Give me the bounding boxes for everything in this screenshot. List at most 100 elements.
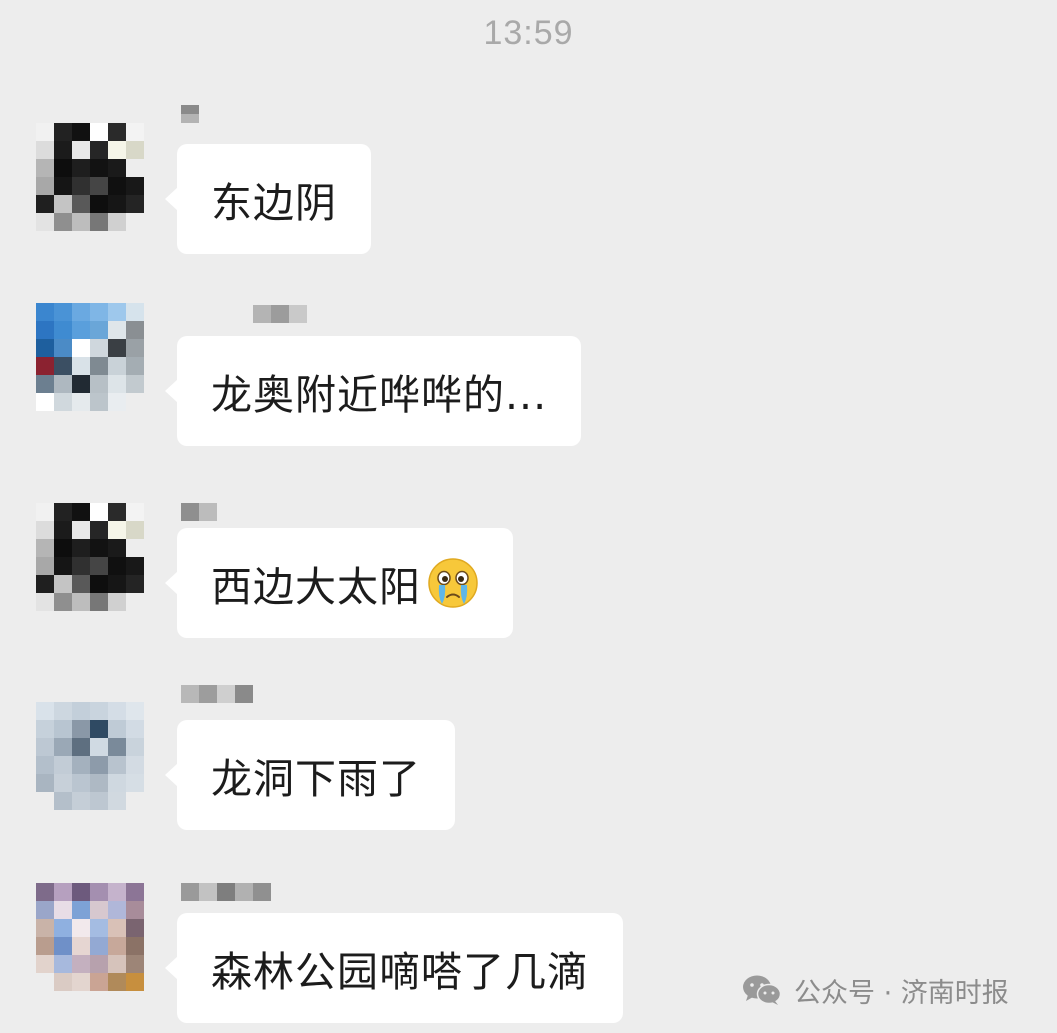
- avatar-pixel: [72, 738, 90, 756]
- avatar-pixel: [108, 720, 126, 738]
- avatar-pixel: [36, 357, 54, 375]
- avatar-pixel: [90, 521, 108, 539]
- avatar-pixel: [36, 593, 54, 611]
- avatar-pixel: [36, 901, 54, 919]
- name-pixel: [199, 883, 217, 901]
- avatar-pixel: [126, 756, 144, 774]
- avatar-pixel: [90, 738, 108, 756]
- avatar-pixel: [108, 883, 126, 901]
- avatar-pixel: [54, 557, 72, 575]
- avatar-pixel: [72, 575, 90, 593]
- avatar[interactable]: [36, 883, 144, 991]
- name-pixel: [181, 114, 199, 123]
- avatar-pixel: [90, 375, 108, 393]
- avatar-pixel: [108, 339, 126, 357]
- name-pixel: [235, 685, 253, 703]
- avatar-pixel: [126, 901, 144, 919]
- avatar-pixel: [108, 774, 126, 792]
- avatar-pixel: [126, 937, 144, 955]
- avatar-pixel: [108, 213, 126, 231]
- avatar-pixel: [54, 303, 72, 321]
- avatar-pixel: [54, 539, 72, 557]
- avatar-pixel: [72, 357, 90, 375]
- avatar-pixel: [54, 375, 72, 393]
- avatar-pixel: [90, 321, 108, 339]
- avatar-pixel: [54, 720, 72, 738]
- avatar-pixel: [90, 901, 108, 919]
- name-pixel: [199, 685, 217, 703]
- avatar-pixel: [72, 213, 90, 231]
- avatar-pixel: [54, 123, 72, 141]
- avatar-pixel: [72, 503, 90, 521]
- avatar-pixel: [126, 321, 144, 339]
- avatar-pixel: [36, 303, 54, 321]
- avatar-pixel: [108, 792, 126, 810]
- timestamp: 13:59: [483, 14, 574, 52]
- avatar-pixel: [108, 738, 126, 756]
- avatar-pixel: [72, 973, 90, 991]
- avatar-pixel: [36, 919, 54, 937]
- avatar-pixel: [36, 213, 54, 231]
- name-pixel: [235, 883, 253, 901]
- message-bubble[interactable]: 森林公园嘀嗒了几滴: [165, 913, 623, 1023]
- avatar-pixel: [54, 195, 72, 213]
- avatar-pixel: [72, 883, 90, 901]
- avatar-pixel: [108, 973, 126, 991]
- avatar-pixel: [36, 756, 54, 774]
- avatar-pixel: [108, 521, 126, 539]
- avatar-pixel: [126, 973, 144, 991]
- avatar-pixel: [90, 195, 108, 213]
- message-bubble[interactable]: 龙洞下雨了: [165, 720, 455, 830]
- avatar-pixel: [54, 973, 72, 991]
- avatar-pixel: [36, 575, 54, 593]
- avatar-pixel: [36, 720, 54, 738]
- avatar-pixel: [36, 702, 54, 720]
- name-pixel: [181, 105, 199, 114]
- message-text: 龙奥附近哗哗的...: [211, 371, 548, 419]
- avatar[interactable]: [36, 702, 144, 810]
- name-pixel: [181, 503, 199, 521]
- name-pixel: [253, 305, 271, 323]
- avatar-pixel: [72, 901, 90, 919]
- watermark: 公众号 · 济南时报: [742, 968, 1009, 1012]
- avatar-pixel: [90, 575, 108, 593]
- avatar-pixel: [90, 792, 108, 810]
- avatar-pixel: [126, 393, 144, 411]
- avatar-pixel: [54, 738, 72, 756]
- avatar-pixel: [72, 375, 90, 393]
- avatar-pixel: [90, 213, 108, 231]
- avatar-pixel: [108, 141, 126, 159]
- avatar[interactable]: [36, 503, 144, 611]
- name-pixel: [271, 305, 289, 323]
- avatar-pixel: [72, 593, 90, 611]
- avatar-pixel: [54, 339, 72, 357]
- message-bubble[interactable]: 东边阴: [165, 144, 371, 254]
- avatar-pixel: [54, 955, 72, 973]
- avatar-pixel: [72, 955, 90, 973]
- avatar-pixel: [90, 159, 108, 177]
- avatar-pixel: [126, 883, 144, 901]
- message-bubble[interactable]: 西边大太阳: [165, 528, 513, 638]
- avatar-pixel: [126, 738, 144, 756]
- avatar-pixel: [90, 593, 108, 611]
- avatar-pixel: [36, 177, 54, 195]
- avatar-pixel: [36, 321, 54, 339]
- avatar-pixel: [126, 774, 144, 792]
- avatar-pixel: [36, 159, 54, 177]
- message-text: 龙洞下雨了: [211, 755, 421, 803]
- avatar-pixel: [126, 177, 144, 195]
- avatar-pixel: [36, 141, 54, 159]
- avatar-pixel: [108, 919, 126, 937]
- avatar-pixel: [126, 521, 144, 539]
- avatar-pixel: [90, 937, 108, 955]
- avatar-pixel: [72, 937, 90, 955]
- avatar[interactable]: [36, 123, 144, 231]
- avatar[interactable]: [36, 303, 144, 411]
- avatar-pixel: [72, 123, 90, 141]
- avatar-pixel: [54, 321, 72, 339]
- avatar-pixel: [36, 955, 54, 973]
- avatar-pixel: [54, 792, 72, 810]
- avatar-pixel: [54, 213, 72, 231]
- avatar-pixel: [126, 503, 144, 521]
- message-bubble[interactable]: 龙奥附近哗哗的...: [164, 336, 582, 446]
